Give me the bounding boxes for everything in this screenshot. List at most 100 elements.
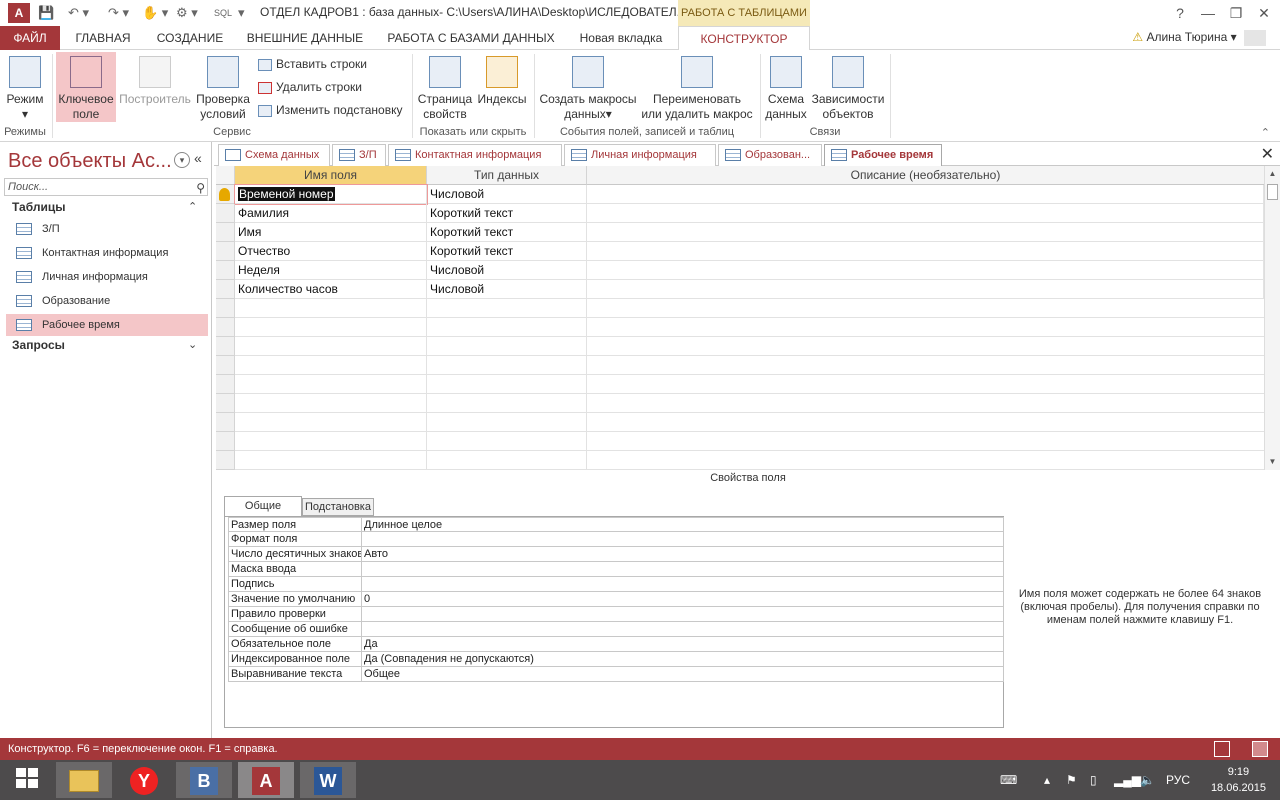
- data-type-cell[interactable]: [427, 451, 587, 470]
- word-button[interactable]: W: [300, 762, 356, 798]
- insert-rows-button[interactable]: Вставить строки: [258, 54, 367, 74]
- doc-tab-education[interactable]: Образован...: [718, 144, 822, 166]
- field-name-cell[interactable]: [235, 394, 427, 413]
- description-cell[interactable]: [587, 185, 1264, 204]
- doc-tab-relationships[interactable]: Схема данных: [218, 144, 330, 166]
- field-name-cell[interactable]: Отчество: [235, 242, 427, 261]
- table-row-empty[interactable]: [216, 318, 1264, 337]
- doc-tab-worktime[interactable]: Рабочее время: [824, 144, 942, 166]
- field-name-cell[interactable]: Временой номер: [234, 184, 428, 205]
- data-type-cell[interactable]: [427, 337, 587, 356]
- data-type-cell[interactable]: Короткий текст: [427, 242, 587, 261]
- field-name-cell[interactable]: Неделя: [235, 261, 427, 280]
- doc-tab-personal[interactable]: Личная информация: [564, 144, 716, 166]
- tab-database-tools[interactable]: РАБОТА С БАЗАМИ ДАННЫХ: [376, 26, 566, 50]
- row-selector[interactable]: [216, 318, 235, 337]
- volume-icon[interactable]: 🔈: [1140, 760, 1155, 800]
- property-value[interactable]: [361, 607, 1005, 621]
- row-selector[interactable]: [216, 337, 235, 356]
- row-selector[interactable]: [216, 356, 235, 375]
- description-cell[interactable]: [587, 261, 1264, 280]
- property-sheet-button[interactable]: Страница свойств: [416, 52, 474, 122]
- property-row[interactable]: Индексированное поле Да (Совпадения не до…: [228, 652, 1004, 667]
- data-type-cell[interactable]: [427, 318, 587, 337]
- data-type-cell[interactable]: Короткий текст: [427, 204, 587, 223]
- table-row[interactable]: Фамилия Короткий текст: [216, 204, 1264, 223]
- row-selector[interactable]: [216, 432, 235, 451]
- design-view-icon[interactable]: [1252, 741, 1268, 757]
- row-selector[interactable]: [216, 299, 235, 318]
- property-row[interactable]: Размер поля Длинное целое: [228, 517, 1004, 532]
- description-cell[interactable]: [587, 223, 1264, 242]
- table-row-empty[interactable]: [216, 375, 1264, 394]
- table-row[interactable]: Имя Короткий текст: [216, 223, 1264, 242]
- object-dependencies-button[interactable]: Зависимости объектов: [810, 52, 886, 122]
- row-selector[interactable]: [216, 261, 235, 280]
- indexes-button[interactable]: Индексы: [476, 52, 528, 107]
- row-selector[interactable]: [216, 451, 235, 470]
- field-name-cell[interactable]: [235, 299, 427, 318]
- table-row-empty[interactable]: [216, 356, 1264, 375]
- table-row-empty[interactable]: [216, 413, 1264, 432]
- data-type-cell[interactable]: [427, 375, 587, 394]
- grid-vertical-scrollbar[interactable]: ▲ ▼: [1264, 166, 1280, 470]
- nav-search-input[interactable]: Поиск... ⚲: [4, 178, 208, 196]
- property-value[interactable]: [361, 622, 1005, 636]
- property-value[interactable]: Авто: [361, 547, 1005, 561]
- qat-more-icon[interactable]: ▾: [238, 4, 245, 22]
- property-value[interactable]: Длинное целое: [361, 518, 1005, 532]
- property-row[interactable]: Формат поля: [228, 532, 1004, 547]
- data-type-cell[interactable]: Числовой: [427, 280, 587, 299]
- field-name-cell[interactable]: Имя: [235, 223, 427, 242]
- row-selector[interactable]: [216, 223, 235, 242]
- redo-icon[interactable]: ↷ ▾: [108, 4, 129, 22]
- property-row[interactable]: Правило проверки: [228, 607, 1004, 622]
- field-name-cell[interactable]: [235, 337, 427, 356]
- row-selector[interactable]: [216, 375, 235, 394]
- property-row[interactable]: Значение по умолчанию 0: [228, 592, 1004, 607]
- row-selector[interactable]: [216, 185, 235, 204]
- clock[interactable]: 9:19 18.06.2015: [1211, 764, 1266, 796]
- header-data-type[interactable]: Тип данных: [427, 166, 587, 185]
- close-document-icon[interactable]: ✕: [1261, 144, 1274, 164]
- description-cell[interactable]: [587, 204, 1264, 223]
- property-value[interactable]: [361, 532, 1005, 546]
- description-cell[interactable]: [587, 242, 1264, 261]
- collapse-up-icon[interactable]: ⌃: [188, 200, 197, 213]
- data-type-cell[interactable]: [427, 356, 587, 375]
- table-row[interactable]: Временой номер Числовой: [216, 184, 1264, 205]
- nav-item-personal[interactable]: Личная информация: [6, 266, 208, 288]
- field-name-cell[interactable]: [235, 432, 427, 451]
- restore-button[interactable]: ❐: [1224, 2, 1248, 24]
- header-description[interactable]: Описание (необязательно): [587, 166, 1264, 185]
- tab-new[interactable]: Новая вкладка: [566, 26, 676, 50]
- nav-item-education[interactable]: Образование: [6, 290, 208, 312]
- data-type-cell[interactable]: [427, 394, 587, 413]
- table-row-empty[interactable]: [216, 394, 1264, 413]
- sql-view-icon[interactable]: SQL: [214, 4, 232, 22]
- header-field-name[interactable]: Имя поля: [235, 166, 427, 185]
- property-row[interactable]: Обязательное поле Да: [228, 637, 1004, 652]
- chevron-down-icon[interactable]: ▾: [174, 152, 190, 168]
- field-name-cell[interactable]: [235, 318, 427, 337]
- action-center-icon[interactable]: ⚑: [1066, 760, 1077, 800]
- table-row-empty[interactable]: [216, 337, 1264, 356]
- nav-item-contacts[interactable]: Контактная информация: [6, 242, 208, 264]
- tab-create[interactable]: СОЗДАНИЕ: [146, 26, 234, 50]
- minimize-button[interactable]: —: [1196, 2, 1220, 24]
- test-rules-button[interactable]: Проверка условий: [194, 52, 252, 122]
- tab-external-data[interactable]: ВНЕШНИЕ ДАННЫЕ: [238, 26, 372, 50]
- property-row[interactable]: Выравнивание текста Общее: [228, 667, 1004, 682]
- nav-item-zp[interactable]: З/П: [6, 218, 208, 240]
- language-indicator[interactable]: РУС: [1166, 760, 1190, 800]
- data-type-cell[interactable]: [427, 432, 587, 451]
- table-row[interactable]: Неделя Числовой: [216, 261, 1264, 280]
- keyboard-icon[interactable]: ⌨: [1000, 760, 1017, 800]
- shutter-bar-icon[interactable]: «: [194, 150, 202, 166]
- modify-lookups-button[interactable]: Изменить подстановку: [258, 100, 402, 120]
- property-value[interactable]: 0: [361, 592, 1005, 606]
- field-name-cell[interactable]: [235, 375, 427, 394]
- scroll-down-icon[interactable]: ▼: [1265, 454, 1280, 469]
- data-type-cell[interactable]: [427, 299, 587, 318]
- close-button[interactable]: ✕: [1252, 2, 1276, 24]
